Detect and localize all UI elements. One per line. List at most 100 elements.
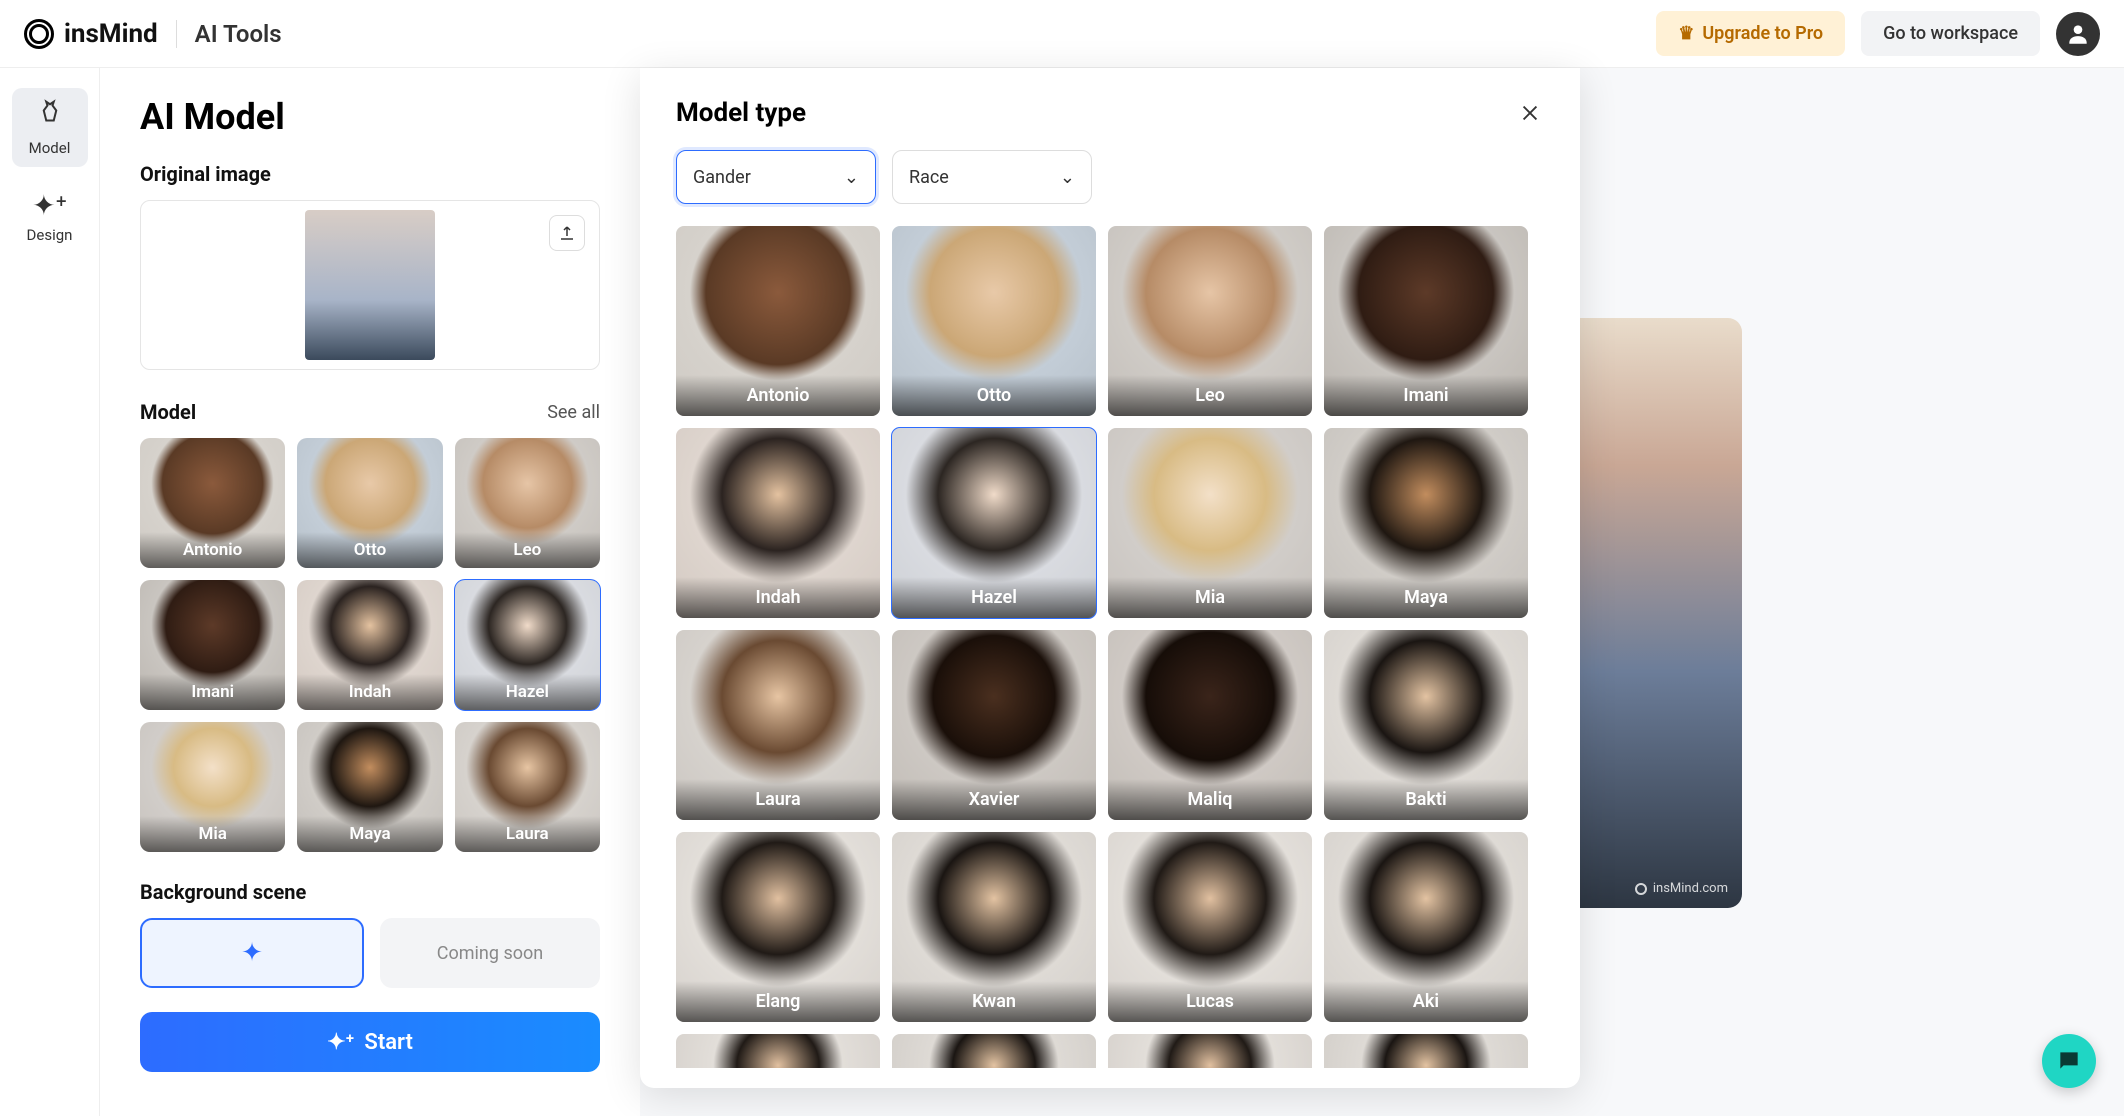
model-card[interactable] <box>1108 1034 1312 1068</box>
modal-title: Model type <box>676 98 806 128</box>
app-header: insMind AI Tools ♛ Upgrade to Pro Go to … <box>0 0 2124 68</box>
watermark-text: insMind.com <box>1653 881 1728 896</box>
sparkle-icon: ✦⁺ <box>12 189 88 222</box>
model-card[interactable]: Laura <box>676 630 880 820</box>
rail-label: Model <box>29 139 71 157</box>
model-card[interactable]: Maliq <box>1108 630 1312 820</box>
rail-label: Design <box>27 226 73 244</box>
model-name: Antonio <box>140 532 285 568</box>
model-card[interactable]: Imani <box>1324 226 1528 416</box>
dress-icon <box>12 98 88 135</box>
start-label: Start <box>364 1030 412 1055</box>
model-name: Otto <box>892 375 1096 416</box>
model-card[interactable]: Otto <box>297 438 442 568</box>
gender-select[interactable]: Gander ⌄ <box>676 150 876 204</box>
model-card[interactable]: Hazel <box>455 580 600 710</box>
model-card[interactable]: Leo <box>1108 226 1312 416</box>
rail-item-model[interactable]: Model <box>12 88 88 167</box>
model-card[interactable]: Aki <box>1324 832 1528 1022</box>
model-card[interactable]: Elang <box>676 832 880 1022</box>
model-card[interactable]: Maya <box>297 722 442 852</box>
model-card[interactable]: Maya <box>1324 428 1528 618</box>
user-avatar[interactable] <box>2056 12 2100 56</box>
model-card[interactable]: Mia <box>1108 428 1312 618</box>
select-label: Race <box>909 167 949 188</box>
crown-icon: ♛ <box>1678 23 1694 44</box>
model-grid: Antonio Otto Leo Imani Indah Hazel Mia Maya Laur… <box>140 438 600 852</box>
modal-header: Model type <box>676 98 1544 128</box>
chevron-down-icon: ⌄ <box>844 167 859 188</box>
upload-button[interactable] <box>549 215 585 251</box>
model-name: Imani <box>1324 375 1528 416</box>
sidebar-panel: AI Model Original image Model See all An… <box>100 68 640 1116</box>
model-name: Antonio <box>676 375 880 416</box>
model-name: Otto <box>297 532 442 568</box>
chevron-down-icon: ⌄ <box>1060 167 1075 188</box>
model-face <box>676 1034 880 1068</box>
model-card[interactable]: Antonio <box>140 438 285 568</box>
background-option-ai[interactable]: ✦ <box>140 918 364 988</box>
wand-icon: ✦ <box>241 938 263 968</box>
model-name: Maya <box>297 816 442 852</box>
see-all-link[interactable]: See all <box>547 402 600 423</box>
model-type-modal: Model type Gander ⌄ Race ⌄ Antonio Otto Le… <box>640 68 1580 1088</box>
model-name: Lucas <box>1108 981 1312 1022</box>
model-label: Model <box>140 400 196 424</box>
model-card[interactable] <box>676 1034 880 1068</box>
model-name: Indah <box>676 577 880 618</box>
logo-text: insMind <box>64 19 158 49</box>
model-card[interactable]: Indah <box>676 428 880 618</box>
model-name: Maliq <box>1108 779 1312 820</box>
header-actions: ♛ Upgrade to Pro Go to workspace <box>1656 11 2100 56</box>
model-face <box>892 1034 1096 1068</box>
start-button[interactable]: ✦⁺ Start <box>140 1012 600 1072</box>
modal-model-grid: Antonio Otto Leo Imani Indah Hazel MiaMaya Laur… <box>676 226 1528 1068</box>
model-card[interactable] <box>892 1034 1096 1068</box>
model-card[interactable]: Antonio <box>676 226 880 416</box>
page-title: AI Model <box>140 96 600 138</box>
logo[interactable]: insMind <box>24 19 158 49</box>
logo-icon <box>1635 883 1647 895</box>
model-name: Indah <box>297 674 442 710</box>
model-name: Hazel <box>892 577 1096 618</box>
select-label: Gander <box>693 167 751 188</box>
model-card[interactable]: Laura <box>455 722 600 852</box>
model-card[interactable]: Otto <box>892 226 1096 416</box>
upgrade-label: Upgrade to Pro <box>1702 23 1823 44</box>
upgrade-button[interactable]: ♛ Upgrade to Pro <box>1656 11 1845 56</box>
model-card[interactable] <box>1324 1034 1528 1068</box>
model-name: Xavier <box>892 779 1096 820</box>
model-name: Aki <box>1324 981 1528 1022</box>
page-section-title: AI Tools <box>195 20 282 48</box>
left-rail: Model ✦⁺ Design <box>0 68 100 1116</box>
header-divider <box>176 20 177 48</box>
modal-scroll[interactable]: Antonio Otto Leo Imani Indah Hazel MiaMaya Laur… <box>676 226 1544 1068</box>
model-card[interactable]: Hazel <box>892 428 1096 618</box>
model-name: Laura <box>676 779 880 820</box>
original-image-label: Original image <box>140 162 600 186</box>
workspace-button[interactable]: Go to workspace <box>1861 11 2040 56</box>
original-image-box[interactable] <box>140 200 600 370</box>
model-card[interactable]: Leo <box>455 438 600 568</box>
model-section-header: Model See all <box>140 400 600 424</box>
close-button[interactable] <box>1516 99 1544 127</box>
model-card[interactable]: Bakti <box>1324 630 1528 820</box>
race-select[interactable]: Race ⌄ <box>892 150 1092 204</box>
model-name: Laura <box>455 816 600 852</box>
model-card[interactable]: Indah <box>297 580 442 710</box>
sparkle-icon: ✦⁺ <box>327 1030 354 1055</box>
model-card[interactable]: Mia <box>140 722 285 852</box>
watermark: insMind.com <box>1635 881 1728 896</box>
upload-icon <box>558 224 576 242</box>
model-name: Kwan <box>892 981 1096 1022</box>
model-card[interactable]: Imani <box>140 580 285 710</box>
model-name: Leo <box>1108 375 1312 416</box>
rail-item-design[interactable]: ✦⁺ Design <box>12 179 88 254</box>
model-card[interactable]: Kwan <box>892 832 1096 1022</box>
background-options: ✦ Coming soon <box>140 918 600 988</box>
original-thumbnail <box>305 210 435 360</box>
model-card[interactable]: Lucas <box>1108 832 1312 1022</box>
model-name: Mia <box>140 816 285 852</box>
chat-fab[interactable] <box>2042 1034 2096 1088</box>
model-card[interactable]: Xavier <box>892 630 1096 820</box>
